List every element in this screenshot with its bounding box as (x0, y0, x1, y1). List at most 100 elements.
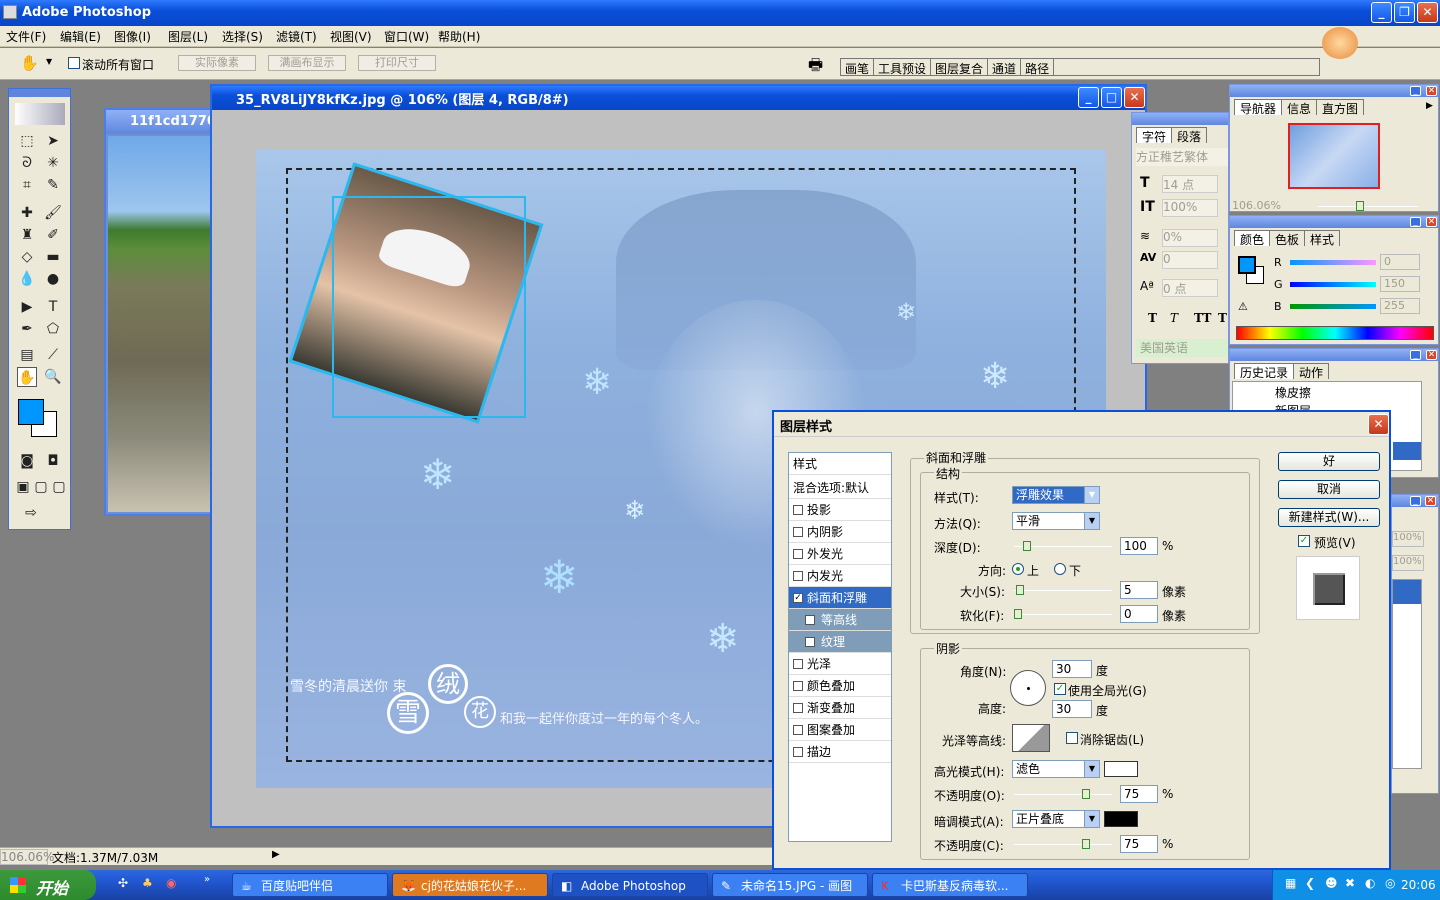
style-item-drop-shadow[interactable]: 投影 (789, 499, 891, 521)
tray-icon[interactable]: ☻ (1325, 876, 1338, 890)
start-button[interactable]: 开始 (0, 870, 96, 900)
tray-icon[interactable]: ❮ (1305, 876, 1315, 890)
style-checkbox[interactable] (793, 527, 803, 537)
navigator-zoom-field[interactable]: 106.06% (1232, 199, 1288, 213)
soften-slider[interactable] (1014, 609, 1112, 619)
dodge-tool-icon[interactable]: ● (43, 269, 63, 289)
style-item-color-overlay[interactable]: 颜色叠加 (789, 675, 891, 697)
dialog-close-icon[interactable]: ✕ (1368, 414, 1389, 435)
style-item-texture[interactable]: 纹理 (789, 631, 891, 653)
tab-paragraph[interactable]: 段落 (1171, 127, 1208, 144)
slice-tool-icon[interactable]: ✎ (43, 175, 63, 195)
path-select-icon[interactable]: ▶ (17, 297, 37, 317)
angle-dial[interactable] (1010, 670, 1046, 706)
menu-file[interactable]: 文件(F) (6, 28, 46, 45)
tab-history[interactable]: 历史记录 (1234, 363, 1295, 380)
standard-mode-icon[interactable]: ◙ (17, 451, 37, 471)
task-button-active[interactable]: ◧ Adobe Photoshop (552, 873, 708, 897)
hand-tool-box-icon[interactable]: ✋ (17, 367, 37, 387)
menu-window[interactable]: 窗口(W) (384, 28, 429, 45)
technique-select[interactable]: 平滑 ▼ (1012, 512, 1100, 530)
style-checkbox[interactable] (793, 505, 803, 515)
foreground-color-swatch[interactable] (18, 399, 44, 425)
well-tab-tool-presets[interactable]: 工具预设 (874, 59, 932, 76)
style-checkbox[interactable] (805, 615, 815, 625)
depth-input[interactable]: 100 (1120, 537, 1158, 555)
panel-minimize-icon[interactable]: _ (1410, 350, 1421, 360)
size-slider-thumb[interactable] (1016, 585, 1024, 595)
palette-well-icon[interactable]: 🖶 (808, 54, 823, 81)
panel-minimize-icon[interactable]: _ (1410, 496, 1421, 506)
highlight-color-swatch[interactable] (1104, 761, 1138, 777)
style-item-inner-glow[interactable]: 内发光 (789, 565, 891, 587)
tray-icon[interactable]: ▦ (1285, 876, 1296, 890)
menu-edit[interactable]: 编辑(E) (60, 28, 101, 45)
menu-layer[interactable]: 图层(L) (168, 28, 208, 45)
panel-close-icon[interactable]: ✕ (1426, 217, 1437, 227)
magic-wand-icon[interactable]: ✳ (43, 153, 63, 173)
clock[interactable]: 20:06 (1401, 878, 1436, 892)
history-brush-icon[interactable]: ✐ (43, 225, 63, 245)
tab-info[interactable]: 信息 (1281, 99, 1318, 116)
chevron-down-icon[interactable]: ▼ (1084, 487, 1099, 503)
color-fg-swatch[interactable] (1238, 256, 1256, 274)
menu-filter[interactable]: 滤镜(T) (276, 28, 317, 45)
tab-color[interactable]: 颜色 (1234, 230, 1271, 247)
layer-fill-field[interactable]: 100% (1392, 555, 1424, 571)
style-item-outer-glow[interactable]: 外发光 (789, 543, 891, 565)
panel-close-icon[interactable]: ✕ (1425, 496, 1436, 506)
layer-opacity-field[interactable]: 100% (1392, 531, 1424, 547)
blending-options[interactable]: 混合选项:默认 (789, 477, 891, 499)
direction-down-radio[interactable] (1054, 563, 1066, 575)
font-size-field[interactable]: 14 点 (1162, 175, 1218, 193)
tab-character[interactable]: 字符 (1136, 127, 1173, 144)
shadow-color-swatch[interactable] (1104, 811, 1138, 827)
style-item-gradient-overlay[interactable]: 渐变叠加 (789, 697, 891, 719)
gradient-tool-icon[interactable]: ▬ (43, 247, 63, 267)
chevron-down-icon[interactable]: ▼ (1084, 811, 1099, 827)
g-value[interactable]: 150 (1380, 276, 1420, 292)
menu-view[interactable]: 视图(V) (330, 28, 372, 45)
panel-close-icon[interactable]: ✕ (1426, 86, 1437, 96)
selected-layer-row[interactable] (1393, 580, 1421, 604)
imageready-jump-icon[interactable]: ⇨ (21, 503, 41, 523)
size-slider[interactable] (1014, 585, 1112, 595)
highlight-opacity-input[interactable]: 75 (1120, 785, 1158, 803)
tray-icon[interactable]: ◎ (1385, 876, 1395, 890)
baseline-field[interactable]: 0 点 (1162, 279, 1218, 297)
kerning-field[interactable]: 0 (1162, 251, 1218, 269)
faux-bold-button[interactable]: T (1148, 311, 1157, 325)
secondary-document-window[interactable]: 11f1cd1770 (104, 108, 224, 516)
style-item-contour[interactable]: 等高线 (789, 609, 891, 631)
style-checkbox[interactable] (793, 549, 803, 559)
style-checkbox[interactable] (793, 571, 803, 581)
notes-tool-icon[interactable]: ▤ (17, 345, 37, 365)
tab-histogram[interactable]: 直方图 (1316, 99, 1365, 116)
quicklaunch-icon[interactable]: ♣ (142, 876, 153, 890)
leading-field[interactable]: 100% (1162, 199, 1218, 217)
all-caps-button[interactable]: TT (1194, 311, 1211, 325)
ok-button[interactable]: 好 (1278, 452, 1380, 471)
print-size-button[interactable]: 打印尺寸 (358, 55, 436, 71)
scroll-all-checkbox[interactable] (68, 57, 80, 69)
status-menu-arrow-icon[interactable]: ▶ (272, 849, 280, 860)
quicklaunch-more-icon[interactable]: » (204, 874, 210, 885)
small-caps-button[interactable]: T (1218, 311, 1227, 325)
eraser-tool-icon[interactable]: ◇ (17, 247, 37, 267)
tray-icon[interactable]: ◐ (1365, 876, 1375, 890)
shadow-mode-select[interactable]: 正片叠底 ▼ (1012, 810, 1100, 828)
quickmask-mode-icon[interactable]: ◘ (43, 451, 63, 471)
well-tab-brushes[interactable]: 画笔 (841, 59, 875, 76)
g-slider[interactable] (1290, 282, 1376, 287)
well-tab-paths[interactable]: 路径 (1021, 59, 1055, 76)
style-checkbox[interactable] (793, 747, 803, 757)
style-checkbox[interactable] (793, 659, 803, 669)
shadow-opacity-thumb[interactable] (1082, 839, 1090, 849)
color-spectrum-bar[interactable] (1236, 326, 1434, 340)
minimize-icon[interactable]: _ (1371, 2, 1392, 23)
screen-mode-icon[interactable]: ▣ (13, 477, 33, 497)
menu-image[interactable]: 图像(I) (114, 28, 151, 45)
history-selected-row[interactable] (1393, 442, 1421, 460)
lasso-tool-icon[interactable]: ᘐ (17, 153, 37, 173)
soften-slider-thumb[interactable] (1014, 609, 1022, 619)
